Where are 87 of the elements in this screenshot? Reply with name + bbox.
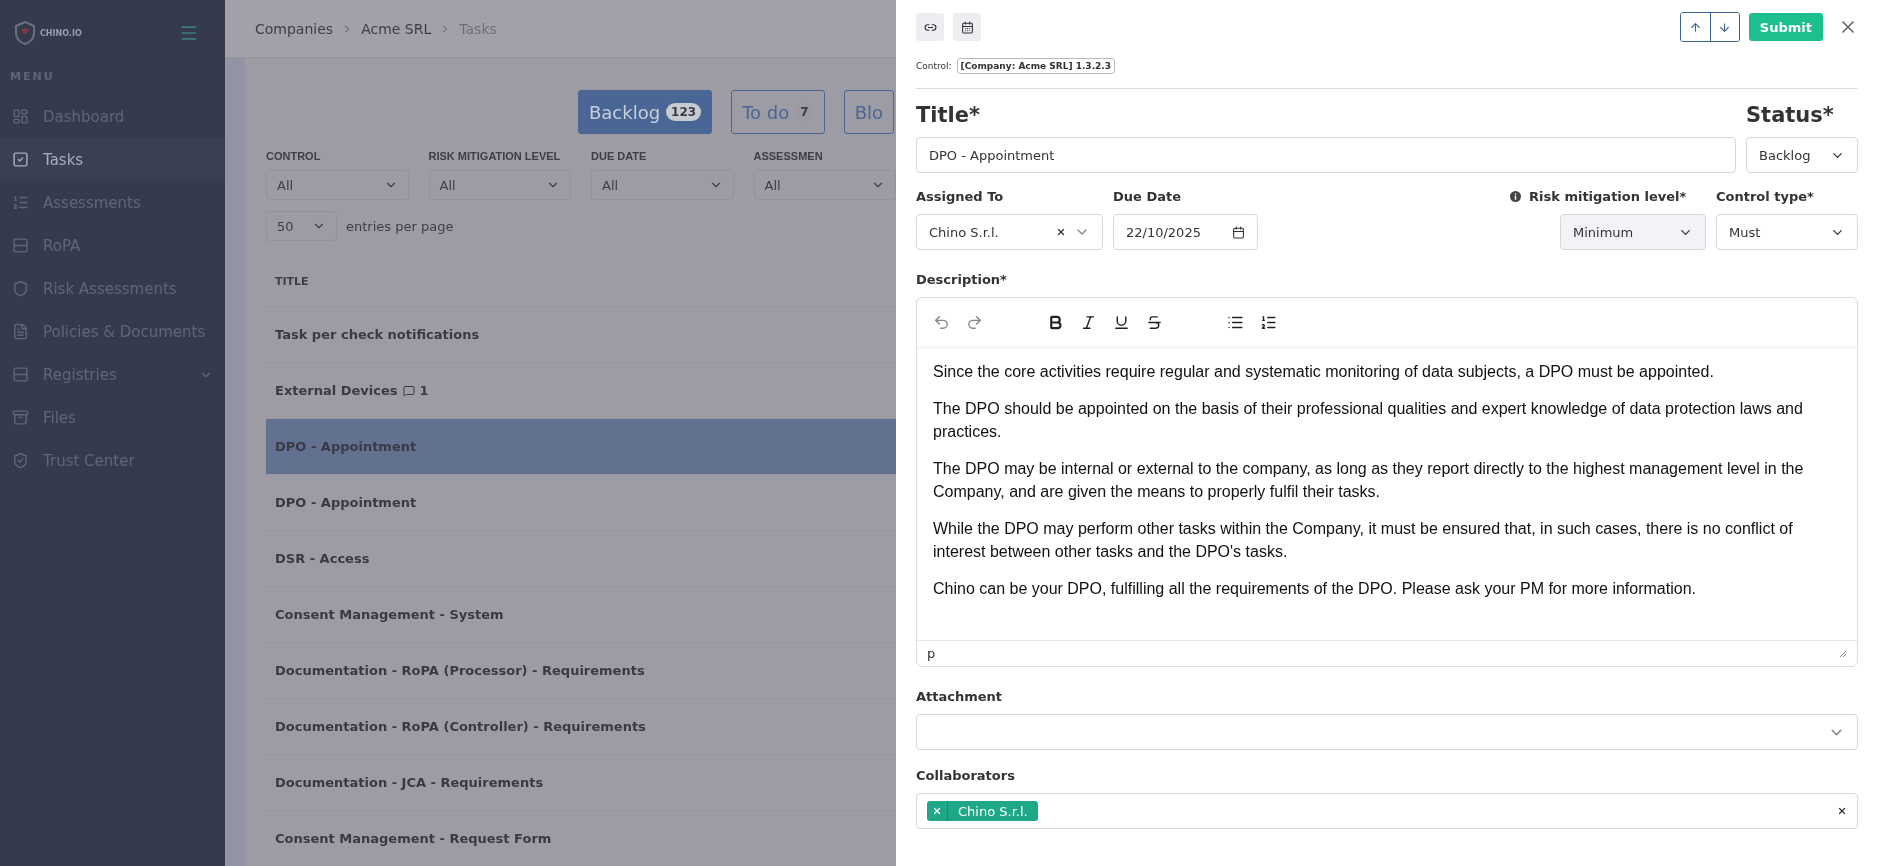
arrow-down-icon [1718,20,1732,34]
bold-button[interactable] [1047,313,1064,331]
control-tag: [Company: Acme SRL] 1.3.2.3 [956,58,1115,74]
description-paragraph: The DPO may be internal or external to the company, as long as they report directly to the highest management level in the Company, and are given the means to properly fulfil their tasks. [933,459,1805,502]
filter-select[interactable]: All [753,170,896,200]
task-title: DSR - Access [275,551,370,566]
task-title: DPO - Appointment [275,495,417,510]
calendar-icon[interactable] [1232,225,1245,239]
assignee-select[interactable]: Chino S.r.l. [916,214,1103,250]
control-type-select[interactable]: Must [1716,214,1858,250]
title-field[interactable]: DPO - Appointment [916,137,1736,173]
filter-select[interactable]: All [591,170,734,200]
stack-icon [12,237,29,254]
risk-label: Risk mitigation level* [1529,189,1687,204]
breadcrumb-link[interactable]: Companies [255,20,334,37]
filter-select[interactable]: All [428,170,571,200]
description-paragraph: While the DPO may perform other tasks within the Company, it must be ensured that, in such cases, there is no conflict of interest between other tasks and the DPO's tasks. [933,519,1794,562]
document-icon [12,323,29,340]
status-tab[interactable]: To do 7 [731,90,825,134]
due-date-field[interactable]: 22/10/2025 [1113,214,1258,250]
due-date-label: Due Date [1113,189,1182,204]
strikethrough-button[interactable] [1146,313,1163,331]
redo-button[interactable] [966,313,983,331]
task-title: External Devices [275,383,398,398]
task-title: Consent Management - Request Form [275,831,552,846]
comment-icon [402,384,415,397]
clear-icon[interactable] [1837,806,1847,816]
status-label: Status* [1746,103,1835,127]
checkbox-icon [12,151,29,168]
count-badge: 123 [666,103,702,121]
task-title: Documentation - JCA - Requirements [275,775,544,790]
status-tab[interactable]: Backlog 123 [577,90,713,134]
status-tab[interactable]: Blo [843,90,894,134]
page-size-label: entries per page [346,218,454,234]
calendar-icon [960,20,974,34]
description-paragraph: The DPO should be appointed on the basis of their professional qualities and expert knowledge of data protection laws and practices. [933,399,1804,442]
filter-label: RISK MITIGATION LEVEL [428,150,562,162]
close-icon [932,806,942,816]
title-label: Title* [916,103,981,127]
undo-button[interactable] [933,313,950,331]
collaborators-label: Collaborators [916,768,1016,783]
filter-label: ASSESSMEN [753,150,824,162]
task-row[interactable]: DPO - Appointment [266,418,896,474]
next-button[interactable] [1709,13,1739,41]
logo-icon [14,21,36,45]
status-select[interactable]: Backlog [1746,137,1858,173]
element-path: p [927,646,936,661]
filter-select[interactable]: All [266,170,409,200]
calendar-button[interactable] [953,13,981,41]
filter-label: DUE DATE [591,150,648,162]
dashboard-icon [12,108,29,125]
link-button[interactable] [916,13,944,41]
shield-check-icon [12,452,29,469]
info-icon [1510,191,1521,202]
comment-count: 1 [419,383,429,398]
description-label: Description* [916,272,1008,287]
task-title: Documentation - RoPA (Controller) - Requirements [275,719,646,734]
description-editor[interactable] [916,297,1858,667]
italic-button[interactable] [1080,313,1097,331]
collaborators-select[interactable]: Chino S.r.l. [916,793,1858,829]
control-label: Control: [916,61,952,71]
task-title: Documentation - RoPA (Processor) - Requirements [275,663,645,678]
sidebar-item[interactable]: Tasks [0,138,225,181]
underline-button[interactable] [1113,313,1130,331]
stack-icon [12,366,29,383]
numbered-list-button[interactable] [1260,313,1277,331]
clear-icon[interactable] [1056,227,1066,237]
breadcrumb-link[interactable]: Acme SRL [361,20,432,37]
resize-handle-icon[interactable] [1839,649,1847,658]
collaborator-tag: Chino S.r.l. [927,801,1038,821]
column-header: TITLE [274,274,310,290]
filter-label: CONTROL [266,150,322,162]
attachment-label: Attachment [916,689,1004,704]
description-paragraph: Since the core activities require regular and systematic monitoring of data subjects, a DPO must be appointed. [933,362,1715,382]
archive-icon [12,409,29,426]
control-type-label: Control type* [1716,189,1815,204]
page-size-select[interactable]: 50 [266,211,337,241]
description-paragraph: Chino can be your DPO, fulfilling all the requirements of the DPO. Please ask your PM for more information. [933,579,1697,599]
submit-button[interactable]: Submit [1748,13,1823,41]
task-title: Consent Management - System [275,607,504,622]
task-title: DPO - Appointment [275,439,417,454]
arrow-up-icon [1688,20,1702,34]
task-title: Task per check notifications [275,327,480,342]
shield-icon [12,280,29,297]
assigned-label: Assigned To [916,189,1005,204]
numbered-list-icon [12,194,29,211]
brand-name: CHINO.IO [40,28,82,38]
